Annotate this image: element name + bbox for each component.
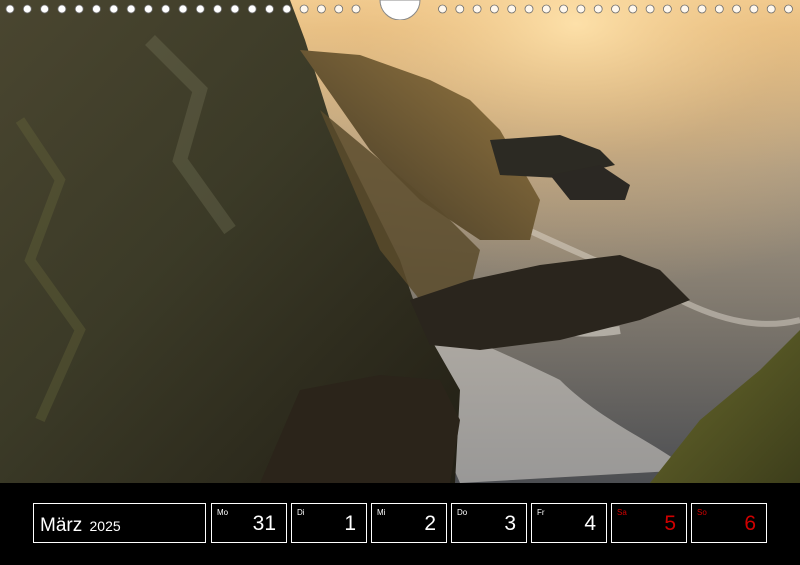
day-cell-di: Di 1 [291, 503, 367, 543]
binding-hole [178, 4, 188, 14]
binding-hole [714, 4, 724, 14]
binding-hole [628, 4, 638, 14]
calendar-strip: März 2025 Mo 31 Di 1 Mi 2 Do 3 Fr 4 Sa 5… [0, 483, 800, 565]
binding-hole [161, 4, 171, 14]
month-name: März [40, 515, 83, 536]
binding-holes [5, 0, 793, 20]
day-cell-sa: Sa 5 [611, 503, 687, 543]
binding-hole [74, 4, 84, 14]
binding-hole [299, 4, 309, 14]
binding-hole [316, 4, 326, 14]
binding-hole [663, 4, 672, 14]
binding-hole [507, 4, 517, 14]
binding-hole [351, 4, 361, 14]
day-abbr: Di [297, 508, 305, 517]
binding-hole [645, 4, 655, 14]
binding-hole [559, 4, 568, 14]
month-title: März 2025 [40, 516, 121, 536]
day-abbr: Sa [617, 508, 627, 517]
binding-hole [455, 4, 465, 14]
day-abbr: Mo [217, 508, 229, 517]
day-number: 3 [504, 512, 516, 535]
binding-hole [126, 4, 136, 14]
binding-hole [22, 4, 32, 14]
binding-hole [40, 4, 49, 14]
day-number: 1 [344, 512, 356, 535]
binding-hole [334, 4, 344, 14]
day-cell-do: Do 3 [451, 503, 527, 543]
day-cell-fr: Fr 4 [531, 503, 607, 543]
day-number: 4 [584, 512, 596, 535]
day-abbr: So [697, 508, 707, 517]
binding-hole [57, 4, 67, 14]
binding-hole [541, 4, 551, 14]
binding-hole [593, 4, 603, 14]
binding-hole [784, 4, 793, 14]
month-year: 2025 [89, 518, 121, 534]
binding-hole [524, 4, 534, 14]
binding-hole [282, 4, 292, 14]
day-abbr: Mi [377, 508, 386, 517]
binding-hole [732, 4, 741, 14]
day-cell-mo: Mo 31 [211, 503, 287, 543]
binding-hole [213, 4, 223, 14]
binding-hole [766, 4, 776, 14]
day-number: 6 [744, 512, 756, 535]
binding-hole [749, 4, 759, 14]
day-abbr: Do [457, 508, 468, 517]
binding-hole [195, 4, 205, 14]
binding-hole [247, 4, 257, 14]
day-cell-mi: Mi 2 [371, 503, 447, 543]
binding-hole [576, 4, 586, 14]
coastal-cliffs-photo [0, 0, 800, 483]
binding-hole [143, 4, 153, 14]
binding-hole [265, 4, 274, 14]
binding-hole [489, 4, 499, 14]
day-cell-so: So 6 [691, 503, 767, 543]
binding-hole [697, 4, 707, 14]
binding-hole [472, 4, 482, 14]
day-number: 2 [424, 512, 436, 535]
binding-hole [611, 4, 620, 14]
binding-hole [109, 4, 119, 14]
binding-hole [230, 4, 240, 14]
day-number: 5 [664, 512, 676, 535]
binding-hole [680, 4, 690, 14]
binding-hole [92, 4, 101, 14]
day-number: 31 [252, 512, 276, 535]
month-label-box: März 2025 [33, 503, 206, 543]
day-abbr: Fr [537, 508, 545, 517]
binding-hole [5, 4, 15, 14]
binding-hole [438, 4, 447, 14]
